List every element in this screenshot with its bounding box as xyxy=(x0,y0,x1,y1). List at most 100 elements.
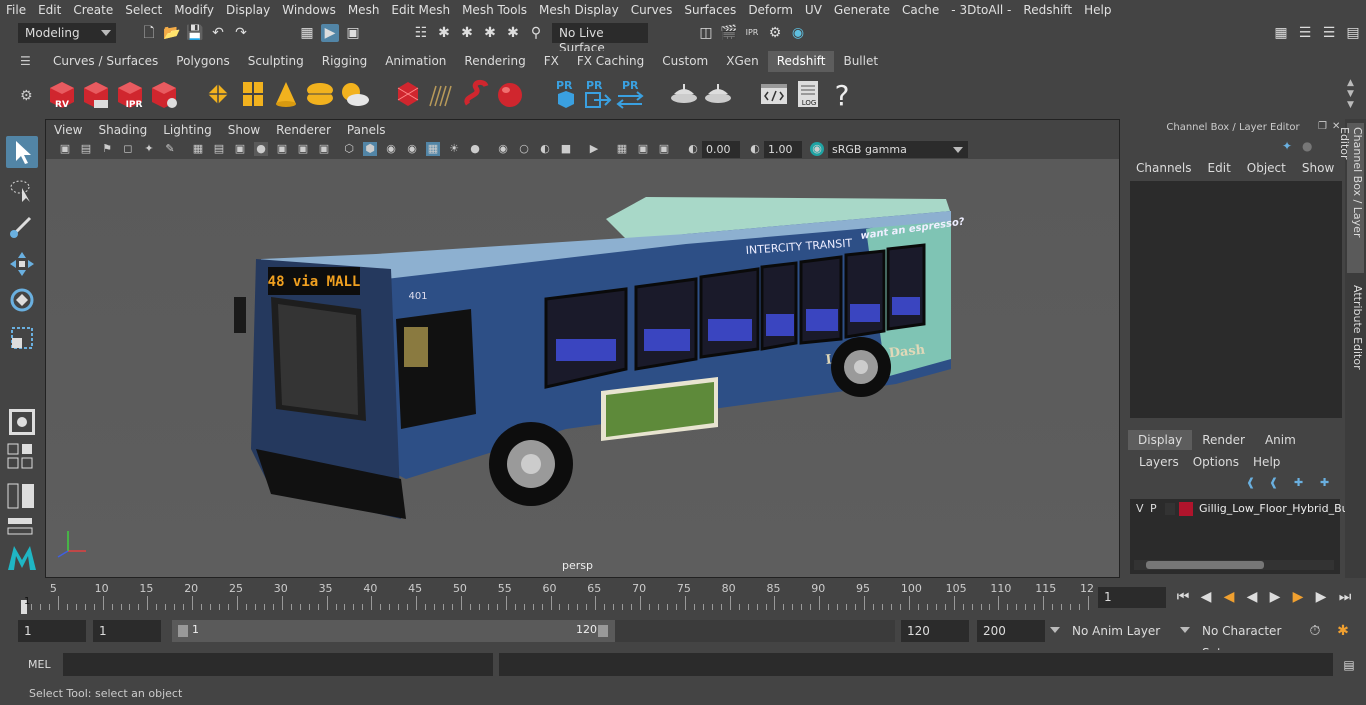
new-layer-selected-icon[interactable]: ✚ xyxy=(1320,476,1329,489)
menu-item[interactable]: - 3DtoAll - xyxy=(945,3,1017,17)
move-tool-icon[interactable] xyxy=(6,248,38,280)
layer-visibility-toggle[interactable]: V xyxy=(1136,502,1144,515)
menu-item[interactable]: Mesh xyxy=(342,3,386,17)
step-forward-frame-icon[interactable]: ▶ xyxy=(1312,588,1330,606)
spot-light-icon[interactable] xyxy=(270,78,302,110)
panel-menu-item[interactable]: Shading xyxy=(98,123,147,137)
menu-item[interactable]: Cache xyxy=(896,3,945,17)
go-to-end-icon[interactable]: ⏭ xyxy=(1336,588,1354,606)
lasso-tool-icon[interactable] xyxy=(6,174,38,206)
grease-pencil-icon[interactable]: ✎ xyxy=(163,142,177,156)
antialiasing-icon[interactable]: ■ xyxy=(559,142,573,156)
hair-icon[interactable] xyxy=(426,78,458,110)
menu-item[interactable]: UV xyxy=(799,3,828,17)
log-icon[interactable]: LOG xyxy=(792,78,824,110)
mode-selector[interactable]: Modeling xyxy=(18,23,116,43)
menu-item[interactable]: Create xyxy=(67,3,119,17)
single-view-layout-icon[interactable] xyxy=(6,406,38,438)
gamma-field[interactable]: 1.00 xyxy=(764,141,802,158)
channel-box-menu-item[interactable]: Channels xyxy=(1136,161,1192,175)
chevron-down-icon[interactable] xyxy=(1180,627,1190,633)
manipulator-icon[interactable]: ✦ xyxy=(1282,139,1292,153)
layer-move-up-icon[interactable]: ❰ xyxy=(1246,476,1255,489)
ipr-render-icon[interactable]: IPR xyxy=(743,24,761,42)
menu-item[interactable]: Edit xyxy=(32,3,67,17)
shelf-scroll-arrows[interactable]: ▲ ▼ ▼ xyxy=(1347,78,1354,111)
script-editor-button-icon[interactable]: ▤ xyxy=(1340,656,1358,674)
side-by-side-layout-icon[interactable] xyxy=(6,482,38,510)
layer-reference-toggle[interactable] xyxy=(1165,503,1175,515)
speed-icon[interactable]: ● xyxy=(1302,139,1312,153)
textured-icon[interactable]: ▦ xyxy=(426,142,440,156)
bake-icon[interactable] xyxy=(668,78,700,110)
channel-box-menu-item[interactable]: Object xyxy=(1247,161,1286,175)
exposure-icon[interactable]: ◐ xyxy=(686,142,700,156)
shelf-tab[interactable]: Bullet xyxy=(834,51,888,72)
attribute-editor-icon[interactable]: ☰ xyxy=(1296,24,1314,42)
shelf-tab[interactable]: Polygons xyxy=(167,51,239,72)
xray-icon[interactable]: ◉ xyxy=(496,142,510,156)
xray-joints-icon[interactable]: ○ xyxy=(517,142,531,156)
channel-box-menu-item[interactable]: Show xyxy=(1302,161,1334,175)
shelf-tab[interactable]: Rigging xyxy=(312,51,377,72)
use-lights-icon[interactable]: ☀ xyxy=(447,142,461,156)
wireframe-icon[interactable]: ⬡ xyxy=(342,142,356,156)
layer-color-swatch[interactable] xyxy=(1179,502,1193,516)
color-management-icon[interactable]: ◉ xyxy=(810,142,824,156)
menu-item[interactable]: Deform xyxy=(742,3,799,17)
anim-layer-dropdown[interactable]: No Anim Layer xyxy=(1066,620,1174,642)
layer-scrollbar[interactable] xyxy=(1134,560,1334,570)
frame-all-icon[interactable]: ▣ xyxy=(636,142,650,156)
float-icon[interactable]: ❐ xyxy=(1318,121,1327,132)
field-chart-icon[interactable]: ▣ xyxy=(275,142,289,156)
snap-surface-icon[interactable]: ✱ xyxy=(504,24,522,42)
save-scene-icon[interactable]: 💾 xyxy=(186,24,204,42)
script-editor-icon[interactable] xyxy=(758,78,790,110)
pr-swap-icon[interactable]: PR xyxy=(614,78,646,110)
new-layer-icon[interactable]: ✚ xyxy=(1294,476,1303,489)
shelf-tab[interactable]: Sculpting xyxy=(238,51,313,72)
layer-playback-toggle[interactable]: P xyxy=(1150,502,1157,515)
camera-icon[interactable]: ▣ xyxy=(58,142,72,156)
playback-end-field[interactable]: 120 xyxy=(901,620,969,642)
panel-menu-item[interactable]: Panels xyxy=(347,123,386,137)
panel-menu-item[interactable]: Renderer xyxy=(276,123,331,137)
shelf-tab[interactable]: Animation xyxy=(376,51,456,72)
grid-icon[interactable]: ▦ xyxy=(191,142,205,156)
render-sequence-icon[interactable] xyxy=(80,78,112,110)
shelf-tab[interactable]: Redshift xyxy=(767,51,835,72)
undo-icon[interactable]: ↶ xyxy=(209,24,227,42)
layer-tab[interactable]: Display xyxy=(1128,430,1193,450)
render-ipr-icon[interactable]: IPR xyxy=(114,78,146,110)
shelf-tab[interactable]: FX xyxy=(534,51,568,72)
chevron-down-icon[interactable] xyxy=(1050,627,1060,633)
layer-tab[interactable]: Anim xyxy=(1254,430,1306,450)
menu-item[interactable]: Display xyxy=(220,3,276,17)
panel-menu-item[interactable]: Show xyxy=(228,123,260,137)
film-gate-icon[interactable]: ▤ xyxy=(212,142,226,156)
2d-pan-icon[interactable]: ✦ xyxy=(142,142,156,156)
mel-label[interactable]: MEL xyxy=(28,658,51,671)
paint-select-tool-icon[interactable] xyxy=(6,210,38,242)
default-material-icon[interactable]: ◉ xyxy=(405,142,419,156)
step-back-key-icon[interactable]: ◀ xyxy=(1220,588,1238,606)
menu-item[interactable]: Mesh Tools xyxy=(456,3,533,17)
bus-model[interactable]: 48 via MALL 401 Dash INTERCITY TRANSIT w… xyxy=(46,159,1119,577)
modeling-toolkit-icon[interactable]: ▦ xyxy=(1272,24,1290,42)
camera-gate-icon[interactable]: ▦ xyxy=(615,142,629,156)
range-end-handle[interactable] xyxy=(598,625,608,637)
shelf-tab[interactable]: FX Caching xyxy=(567,51,654,72)
character-set-dropdown[interactable]: No Character Set xyxy=(1196,620,1298,660)
render-frame-icon[interactable]: 🎬 xyxy=(720,24,738,42)
rotate-tool-icon[interactable] xyxy=(6,284,38,316)
dome-light-icon[interactable] xyxy=(304,78,336,110)
select-hierarchy-icon[interactable]: ▦ xyxy=(298,24,316,42)
gamma-icon[interactable]: ◐ xyxy=(748,142,762,156)
layer-name[interactable]: Gillig_Low_Floor_Hybrid_Bus xyxy=(1199,502,1354,515)
panel-menu-item[interactable]: View xyxy=(54,123,82,137)
scale-tool-icon[interactable] xyxy=(6,322,38,354)
bake-set-icon[interactable] xyxy=(702,78,734,110)
camera-attr-icon[interactable]: ▤ xyxy=(79,142,93,156)
tool-settings-icon[interactable]: ☰ xyxy=(1320,24,1338,42)
sphere-icon[interactable] xyxy=(494,78,526,110)
